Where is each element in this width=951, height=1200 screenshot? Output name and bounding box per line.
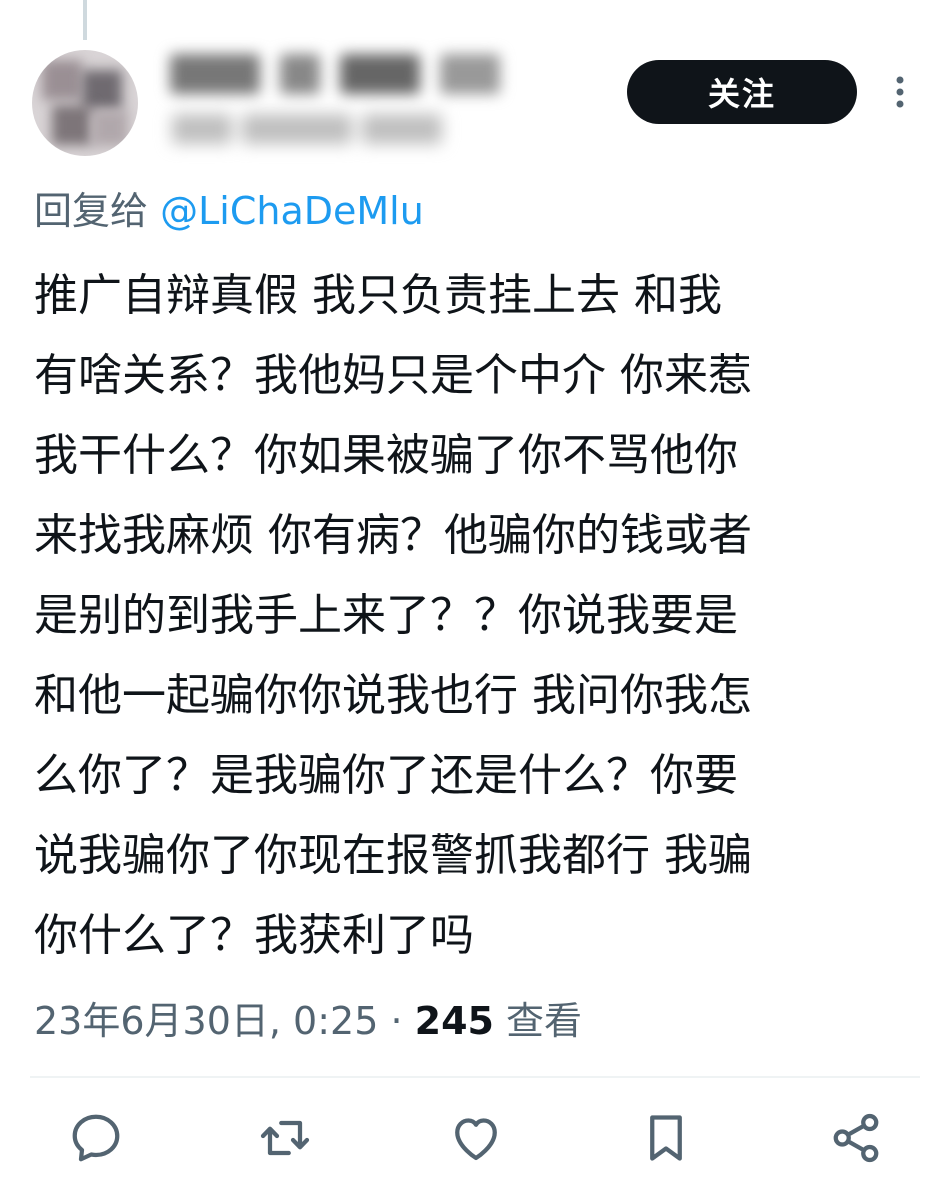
tweet-text-line: 和他一起骗你你说我也行 我问你我怎 bbox=[34, 670, 752, 721]
avatar[interactable] bbox=[32, 50, 138, 156]
bookmark-icon[interactable] bbox=[636, 1108, 696, 1168]
display-name-blurred[interactable] bbox=[160, 46, 510, 102]
tweet-text-line: 我干什么？你如果被骗了你不骂他你 bbox=[34, 430, 738, 481]
tweet-text-line: 说我骗你了你现在报警抓我都行 我骗 bbox=[34, 830, 752, 881]
repost-icon[interactable] bbox=[255, 1108, 315, 1168]
share-icon[interactable] bbox=[826, 1108, 886, 1168]
more-vertical-icon[interactable] bbox=[886, 72, 914, 112]
tweet-text-line: 你什么了？我获利了吗 bbox=[34, 910, 474, 961]
thread-connector-line bbox=[83, 0, 87, 40]
tweet-text-line: 么你了？是我骗你了还是什么？你要 bbox=[34, 750, 738, 801]
action-bar bbox=[0, 1108, 951, 1178]
tweet-text-line: 是别的到我手上来了？？你说我要是 bbox=[34, 590, 738, 641]
reply-mention-link[interactable]: @LiChaDeMlu bbox=[160, 189, 424, 233]
username-blurred[interactable] bbox=[172, 108, 452, 150]
timestamp[interactable]: 23年6月30日, 0:25 · bbox=[34, 999, 415, 1043]
reply-icon[interactable] bbox=[66, 1108, 126, 1168]
views-count: 245 bbox=[414, 999, 494, 1043]
tweet-text-line: 来找我麻烦 你有病？他骗你的钱或者 bbox=[34, 510, 752, 561]
tweet-meta: 23年6月30日, 0:25 · 245 查看 bbox=[34, 990, 582, 1045]
tweet-text: 推广自辩真假 我只负责挂上去 和我 有啥关系？我他妈只是个中介 你来惹 我干什么… bbox=[34, 256, 934, 976]
tweet-text-line: 有啥关系？我他妈只是个中介 你来惹 bbox=[34, 350, 752, 401]
tweet-text-line: 推广自辩真假 我只负责挂上去 和我 bbox=[34, 270, 722, 321]
divider bbox=[30, 1076, 920, 1078]
views-label: 查看 bbox=[493, 999, 583, 1043]
replying-to: 回复给 @LiChaDeMlu bbox=[34, 180, 424, 235]
reply-prefix: 回复给 bbox=[34, 189, 161, 233]
follow-button[interactable]: 关注 bbox=[627, 60, 857, 124]
tweet-detail: 关注 回复给 @LiChaDeMlu 推广自辩真假 我只负责挂上去 和我 有啥关… bbox=[0, 0, 951, 1200]
like-icon[interactable] bbox=[446, 1108, 506, 1168]
